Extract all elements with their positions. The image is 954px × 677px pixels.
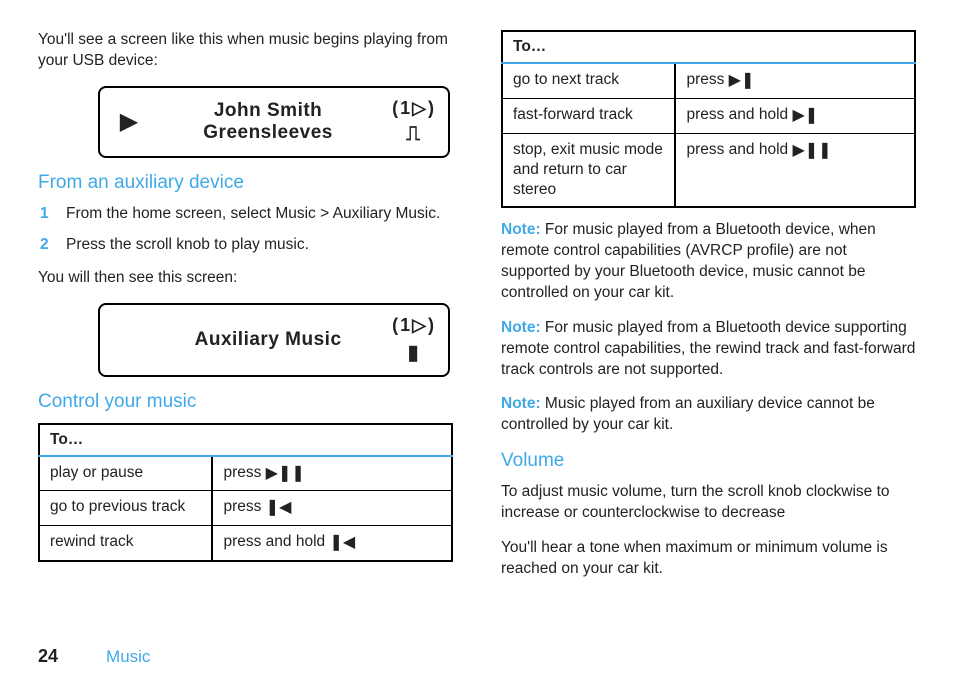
action-cell: press ❚◀ <box>212 491 452 526</box>
note-3: Note: Music played from an auxiliary dev… <box>501 394 916 436</box>
to-cell: stop, exit music mode and return to car … <box>502 133 675 207</box>
usb-icon: ⎍ <box>406 123 420 146</box>
note-2: Note: For music played from a Bluetooth … <box>501 318 916 381</box>
table-row: fast-forward track press and hold ▶❚ <box>502 98 915 133</box>
screen-aux-playing: Auxiliary Music (1▷) ▮ <box>98 303 450 377</box>
aux-after-text: You will then see this screen: <box>38 268 453 289</box>
prev-track-icon: ❚◀ <box>266 498 292 519</box>
track-artist: John Smith <box>144 100 392 122</box>
page-number: 24 <box>38 646 58 667</box>
step-text: From the home screen, select Music > Aux… <box>66 205 440 222</box>
heading-aux: From an auxiliary device <box>38 172 453 194</box>
play-icon: ▶ <box>114 107 144 136</box>
track-title: Greensleeves <box>144 122 392 144</box>
to-cell: fast-forward track <box>502 98 675 133</box>
table-row: play or pause press ▶❚❚ <box>39 456 452 491</box>
step-text: Press the scroll knob to play music. <box>66 236 309 253</box>
prev-track-icon: ❚◀ <box>329 533 355 554</box>
heading-volume: Volume <box>501 450 916 472</box>
table-row: stop, exit music mode and return to car … <box>502 133 915 207</box>
to-cell: go to previous track <box>39 491 212 526</box>
action-cell: press and hold ▶❚❚ <box>675 133 915 207</box>
aux-title: Auxiliary Music <box>144 329 392 351</box>
play-pause-icon: ▶❚❚ <box>792 141 831 162</box>
section-name: Music <box>106 647 150 667</box>
next-track-icon: ▶❚ <box>729 71 755 92</box>
status-top-icon: (1▷) <box>392 98 434 119</box>
action-cell: press ▶❚❚ <box>212 456 452 491</box>
screen-usb-playing: ▶ John Smith Greensleeves (1▷) ⎍ <box>98 86 450 158</box>
aux-steps: 1From the home screen, select Music > Au… <box>38 204 453 256</box>
to-cell: go to next track <box>502 63 675 98</box>
table-row: go to previous track press ❚◀ <box>39 491 452 526</box>
action-cell: press and hold ❚◀ <box>212 526 452 561</box>
right-column: To… go to next track press ▶❚ fast-forwa… <box>501 30 916 640</box>
status-num: 1 <box>400 98 410 119</box>
status-top-icon: (1▷) <box>392 315 434 336</box>
left-column: You'll see a screen like this when music… <box>38 30 453 640</box>
action-cell: press and hold ▶❚ <box>675 98 915 133</box>
heading-control: Control your music <box>38 391 453 413</box>
intro-text: You'll see a screen like this when music… <box>38 30 453 72</box>
control-table-right: To… go to next track press ▶❚ fast-forwa… <box>501 30 916 208</box>
table-row: go to next track press ▶❚ <box>502 63 915 98</box>
next-track-icon: ▶❚ <box>792 106 818 127</box>
to-cell: rewind track <box>39 526 212 561</box>
note-1: Note: For music played from a Bluetooth … <box>501 220 916 304</box>
play-pause-icon: ▶❚❚ <box>266 464 305 485</box>
control-table-left: To… play or pause press ▶❚❚ go to previo… <box>38 423 453 562</box>
status-num: 1 <box>400 315 410 336</box>
table-header: To… <box>39 424 452 456</box>
action-cell: press ▶❚ <box>675 63 915 98</box>
to-cell: play or pause <box>39 456 212 491</box>
table-row: rewind track press and hold ❚◀ <box>39 526 452 561</box>
table-header: To… <box>502 31 915 63</box>
volume-p1: To adjust music volume, turn the scroll … <box>501 482 916 524</box>
volume-p2: You'll hear a tone when maximum or minim… <box>501 538 916 580</box>
aux-plug-icon: ▮ <box>408 340 419 365</box>
page-footer: 24 Music <box>38 640 916 667</box>
